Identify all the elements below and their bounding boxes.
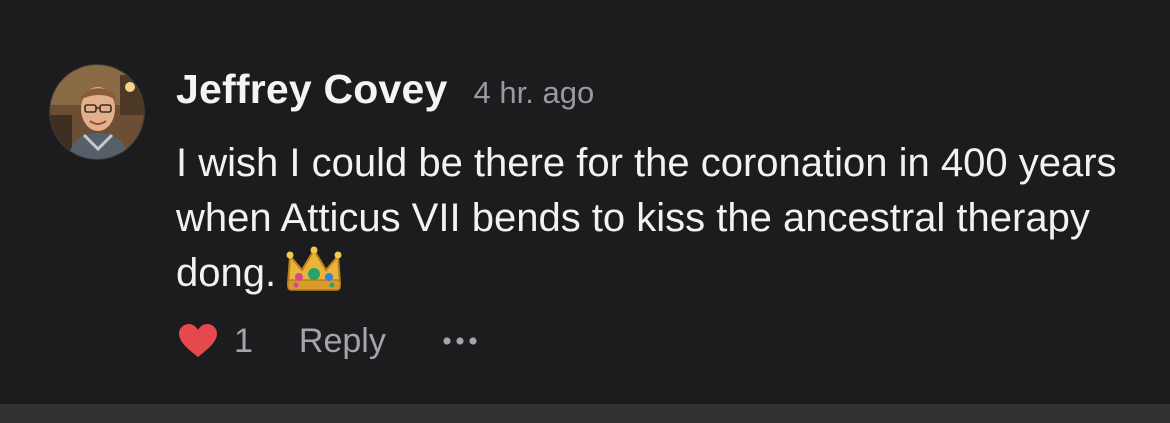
comment-actions: 1 Reply: [178, 318, 478, 364]
avatar-photo: [50, 65, 144, 159]
crown-icon: [284, 246, 344, 309]
like-count: 1: [234, 321, 253, 360]
like-button[interactable]: 1: [178, 322, 253, 361]
comment-card: Jeffrey Covey 4 hr. ago I wish I could b…: [0, 0, 1170, 404]
heart-icon: [179, 324, 217, 357]
bottom-divider: [0, 404, 1170, 423]
more-options-button[interactable]: [442, 336, 478, 346]
timestamp: 4 hr. ago: [473, 75, 595, 110]
avatar[interactable]: [49, 64, 145, 160]
comment-header: Jeffrey Covey 4 hr. ago: [176, 66, 594, 124]
reply-button[interactable]: Reply: [299, 322, 386, 361]
ellipsis-icon: [443, 337, 477, 345]
author-name[interactable]: Jeffrey Covey: [176, 66, 448, 113]
comment-body: I wish I could be there for the coronati…: [176, 136, 1136, 309]
